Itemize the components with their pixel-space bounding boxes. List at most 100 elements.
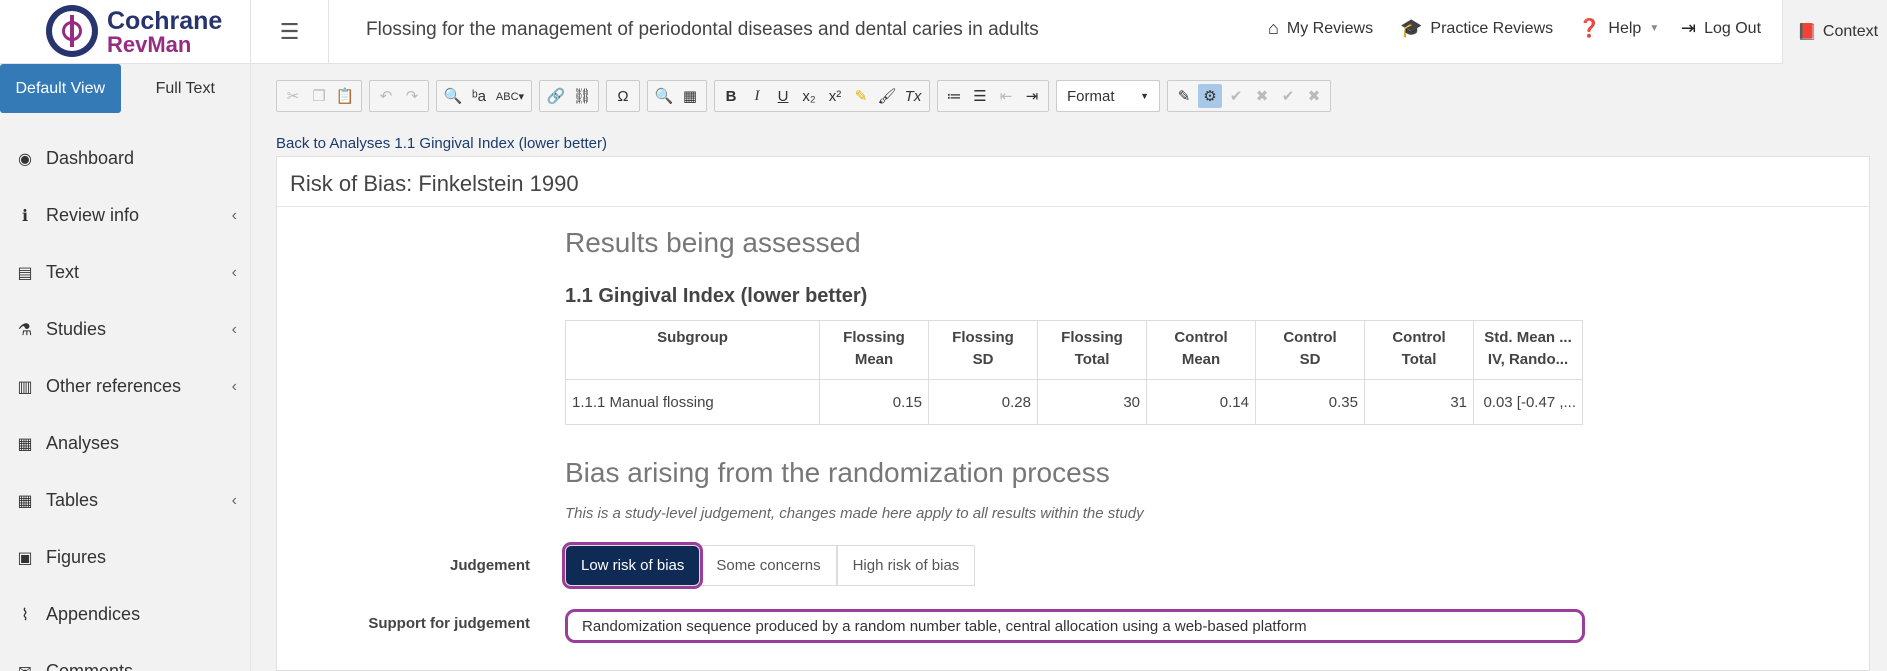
- sidebar-item-studies[interactable]: ⚗ Studies ‹: [0, 301, 251, 358]
- indent-icon[interactable]: ⇥: [1020, 84, 1044, 108]
- replace-icon[interactable]: ᵇa: [467, 84, 491, 108]
- sidebar-item-figures[interactable]: ▣ Figures: [0, 529, 251, 586]
- panel-title: Risk of Bias: Finkelstein 1990: [277, 157, 1869, 207]
- copy-icon[interactable]: ❐: [307, 84, 331, 108]
- caret-down-icon: ▼: [1140, 91, 1149, 101]
- italic-icon[interactable]: I: [745, 84, 769, 108]
- sidebar-item-analyses[interactable]: ▦ Analyses: [0, 415, 251, 472]
- sidebar-item-dashboard[interactable]: ◉ Dashboard: [0, 130, 251, 187]
- nav-practice-reviews[interactable]: 🎓 Practice Reviews: [1400, 18, 1553, 39]
- col-control-sd: Control SD: [1255, 320, 1365, 380]
- toolbar-group-track-changes: ✎ ⚙ ✔ ✖ ✔ ✖: [1167, 80, 1331, 112]
- caret-down-icon: ▼: [1649, 23, 1660, 34]
- flask-icon: ⚗: [17, 321, 33, 339]
- nav-context[interactable]: 📕 Context: [1782, 0, 1887, 64]
- special-character-icon[interactable]: Ω: [611, 84, 635, 108]
- question-circle-icon: ❓: [1578, 18, 1601, 38]
- nav-log-out[interactable]: ⇥ Log Out: [1681, 18, 1761, 39]
- numbered-list-icon[interactable]: ≔: [942, 84, 966, 108]
- nav-my-reviews[interactable]: ⌂ My Reviews: [1268, 18, 1373, 39]
- paperclip-icon: ⌇: [21, 606, 29, 624]
- document-icon: ▤: [17, 264, 33, 282]
- analysis-heading: 1.1 Gingival Index (lower better): [565, 285, 868, 307]
- tab-full-text[interactable]: Full Text: [121, 64, 250, 113]
- unlink-icon[interactable]: ⛓: [570, 84, 594, 108]
- calculator-icon[interactable]: ▦: [678, 84, 702, 108]
- sidebar-item-review-info[interactable]: ℹ Review info ‹: [0, 187, 251, 244]
- table-icon: ▦: [17, 492, 33, 510]
- view-tabs: Default View Full Text: [0, 64, 250, 113]
- format-painter-icon[interactable]: 🖌: [875, 84, 899, 108]
- col-control-total: Control Total: [1364, 320, 1474, 380]
- undo-icon[interactable]: ↶: [374, 84, 398, 108]
- paste-icon[interactable]: 📋: [333, 84, 357, 108]
- highlight-icon[interactable]: ✎: [849, 84, 873, 108]
- results-table: Subgroup Flossing Mean Flossing SD Flossin…: [565, 320, 1583, 425]
- judgement-button-group: Low risk of bias Some concerns High risk…: [561, 542, 976, 589]
- bias-domain-heading: Bias arising from the randomization proc…: [565, 457, 1110, 488]
- track-changes-icon[interactable]: ✎: [1172, 84, 1196, 108]
- redo-icon[interactable]: ↷: [400, 84, 424, 108]
- cut-icon[interactable]: ✂: [281, 84, 305, 108]
- find-icon[interactable]: 🔍: [441, 84, 465, 108]
- book-icon: 📕: [1797, 24, 1817, 41]
- top-bar: Cochrane RevMan ☰ Flossing for the manag…: [0, 0, 1887, 64]
- logo[interactable]: Cochrane RevMan: [0, 0, 251, 64]
- superscript-icon[interactable]: x²: [823, 84, 847, 108]
- support-label: Support for judgement: [368, 615, 530, 632]
- reject-all-icon[interactable]: ✖: [1302, 84, 1326, 108]
- spellcheck-icon[interactable]: ABC▾: [493, 84, 527, 108]
- col-flossing-total: Flossing Total: [1037, 320, 1147, 380]
- comment-icon: ✉: [14, 662, 36, 671]
- logout-icon: ⇥: [1681, 18, 1697, 38]
- graduation-cap-icon: 🎓: [1400, 18, 1423, 38]
- outdent-icon[interactable]: ⇤: [994, 84, 1018, 108]
- link-icon[interactable]: 🔗: [544, 84, 568, 108]
- judgement-some-concerns-button[interactable]: Some concerns: [700, 545, 837, 586]
- toolbar-group-links: 🔗 ⛓: [539, 80, 599, 112]
- col-std-mean: Std. Mean ... IV, Rando...: [1473, 320, 1583, 380]
- support-for-judgement-field[interactable]: Randomization sequence produced by a ran…: [565, 609, 1585, 643]
- accept-all-icon[interactable]: ✔: [1276, 84, 1300, 108]
- sidebar-item-tables[interactable]: ▦ Tables ‹: [0, 472, 251, 529]
- sidebar-item-other-references[interactable]: ▥ Other references ‹: [0, 358, 251, 415]
- col-flossing-sd: Flossing SD: [928, 320, 1038, 380]
- home-icon: ⌂: [1268, 18, 1279, 38]
- subscript-icon[interactable]: x₂: [797, 84, 821, 108]
- underline-icon[interactable]: U: [771, 84, 795, 108]
- accept-change-icon[interactable]: ✔: [1224, 84, 1248, 108]
- info-icon: ℹ: [21, 207, 29, 225]
- zoom-icon[interactable]: 🔍: [652, 84, 676, 108]
- toolbar-group-history: ↶ ↷: [369, 80, 429, 112]
- show-changes-icon[interactable]: ⚙: [1198, 84, 1222, 108]
- book-icon: ▥: [17, 378, 33, 396]
- calculator-icon: ▦: [17, 435, 33, 453]
- back-to-analyses-link[interactable]: Back to Analyses 1.1 Gingival Index (low…: [276, 135, 607, 152]
- sidebar-item-text[interactable]: ▤ Text ‹: [0, 244, 251, 301]
- hamburger-icon: ☰: [279, 19, 300, 44]
- judgement-high-risk-button[interactable]: High risk of bias: [836, 545, 976, 586]
- cochrane-logo-icon: [46, 5, 98, 57]
- editor-toolbar: ✂ ❐ 📋 ↶ ↷ 🔍 ᵇa ABC▾ 🔗 ⛓ Ω 🔍 ▦ B I U x₂ x…: [276, 80, 1331, 112]
- toolbar-group-formatting: B I U x₂ x² ✎ 🖌 Tx: [714, 80, 930, 112]
- image-icon: ▣: [17, 549, 33, 567]
- sidebar-item-comments[interactable]: ✉ Comments: [0, 643, 251, 671]
- col-flossing-mean: Flossing Mean: [819, 320, 929, 380]
- chevron-left-icon: ‹: [231, 320, 237, 338]
- bulleted-list-icon[interactable]: ☰: [968, 84, 992, 108]
- sidebar-item-appendices[interactable]: ⌇ Appendices: [0, 586, 251, 643]
- dashboard-icon: ◉: [18, 150, 32, 168]
- nav-help[interactable]: ❓ Help ▼: [1578, 18, 1659, 39]
- judgement-low-risk-button[interactable]: Low risk of bias: [561, 542, 704, 589]
- chevron-left-icon: ‹: [231, 263, 237, 281]
- clear-format-icon[interactable]: Tx: [901, 84, 925, 108]
- bold-icon[interactable]: B: [719, 84, 743, 108]
- chevron-left-icon: ‹: [231, 206, 237, 224]
- menu-toggle-button[interactable]: ☰: [251, 0, 329, 64]
- sidebar: Default View Full Text ◉ Dashboard ℹ Rev…: [0, 64, 251, 671]
- reject-change-icon[interactable]: ✖: [1250, 84, 1274, 108]
- judgement-label: Judgement: [449, 557, 530, 574]
- format-dropdown[interactable]: Format ▼: [1056, 80, 1160, 112]
- toolbar-group-find: 🔍 ᵇa ABC▾: [436, 80, 532, 112]
- tab-default-view[interactable]: Default View: [0, 64, 121, 113]
